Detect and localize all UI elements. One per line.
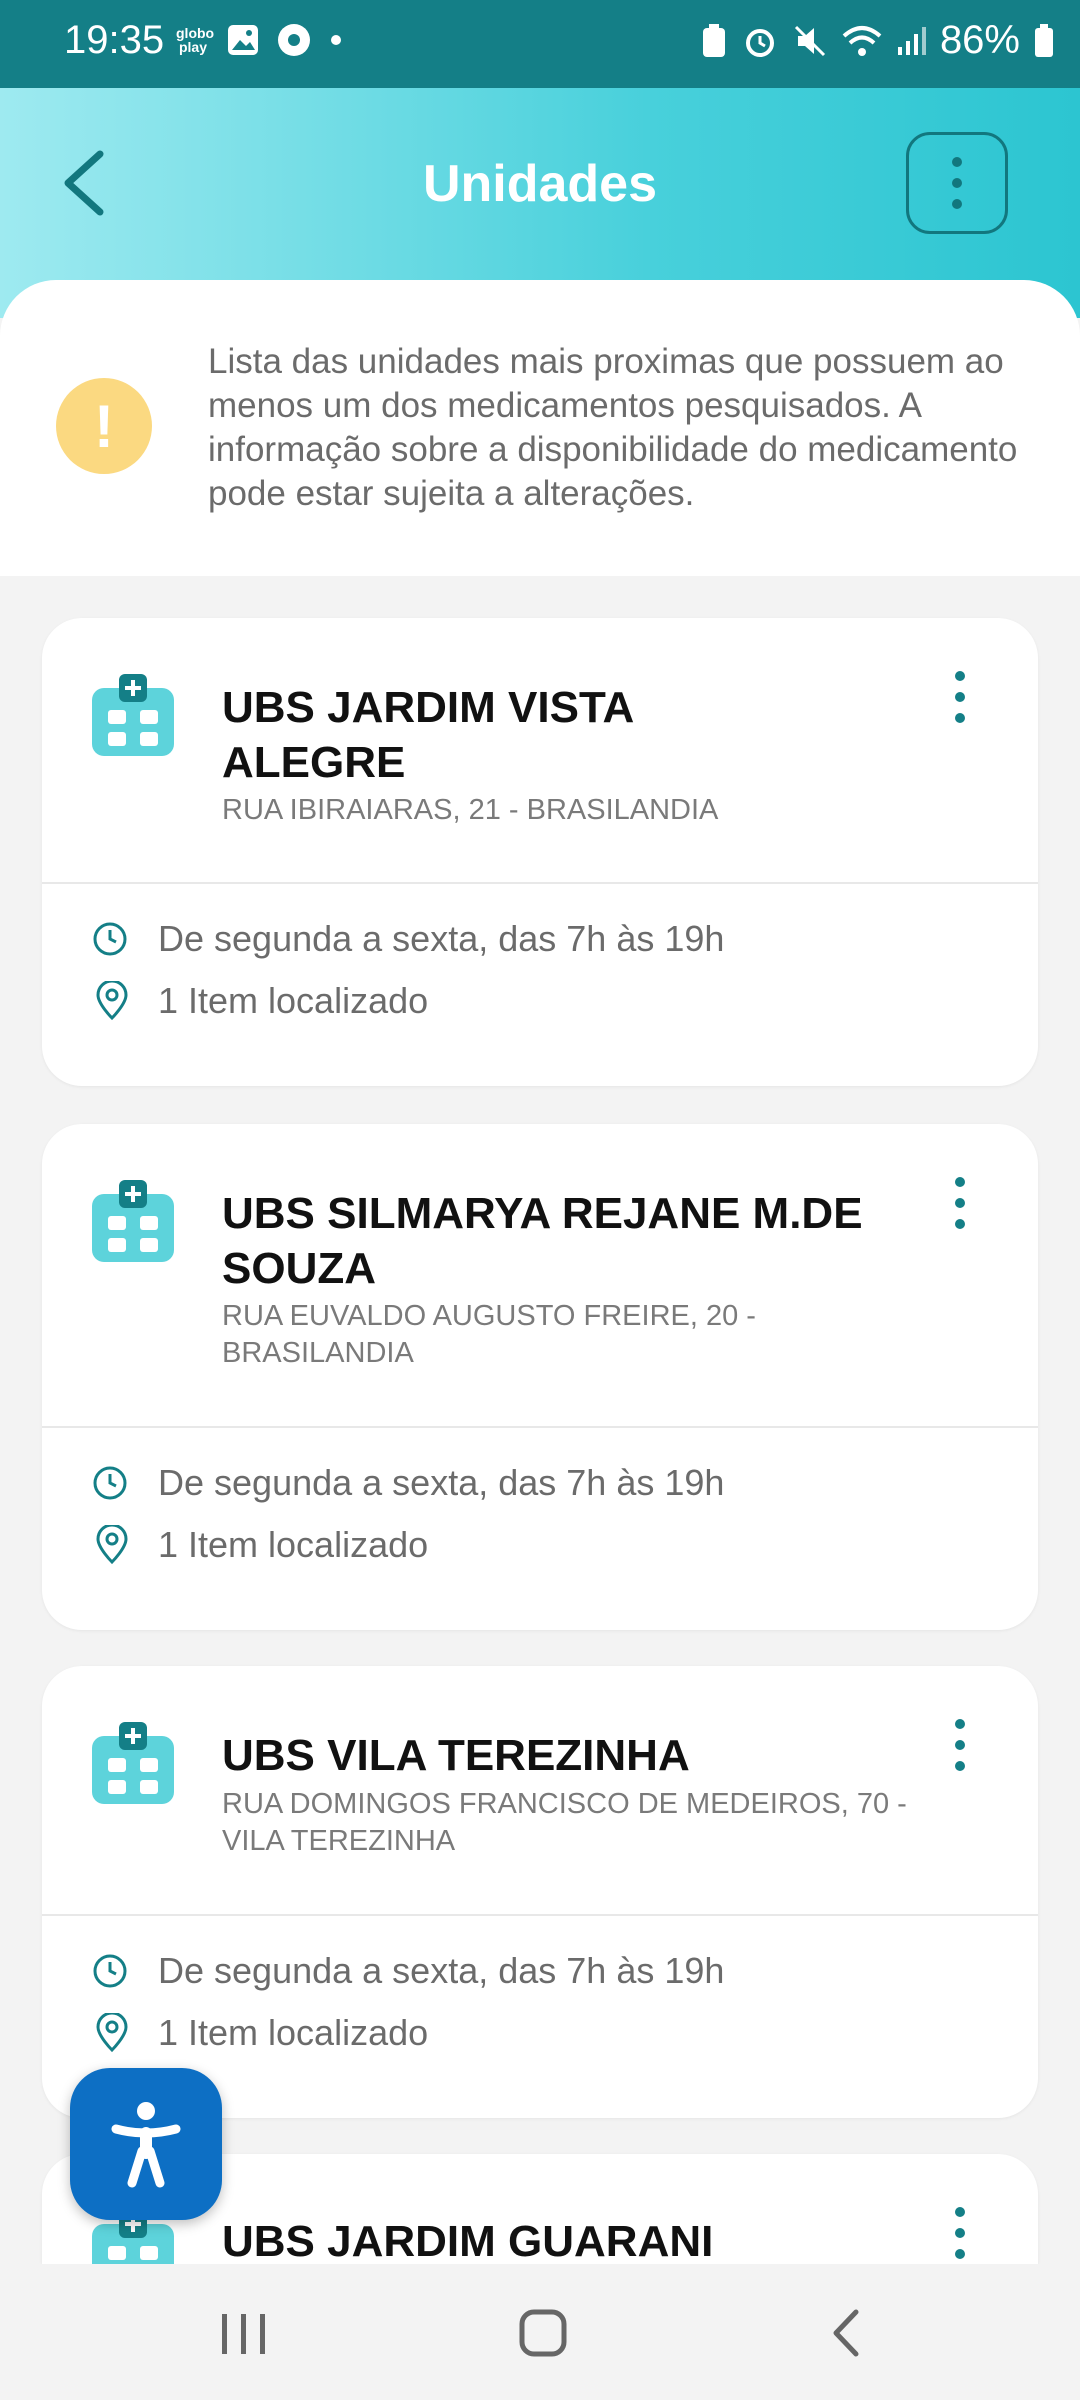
mute-icon — [794, 25, 825, 56]
accessibility-icon — [111, 2102, 181, 2188]
kebab-icon[interactable] — [954, 670, 966, 724]
status-bar: 19:35 globo play 86% — [0, 0, 1080, 88]
items-row: 1 Item localizado — [92, 980, 428, 1022]
hospital-icon — [92, 1180, 174, 1262]
kebab-icon[interactable] — [954, 2206, 966, 2260]
items-text: 1 Item localizado — [158, 1524, 429, 1565]
clock-icon — [93, 922, 127, 956]
more-options-button[interactable] — [906, 132, 1008, 234]
hours-text: De segunda a sexta, das 7h às 19h — [158, 1950, 725, 1991]
hours-text: De segunda a sexta, das 7h às 19h — [158, 918, 725, 959]
signal-icon — [897, 26, 926, 55]
gallery-icon — [228, 25, 258, 55]
unit-name: UBS VILA TEREZINHA — [222, 1731, 690, 1780]
info-notice: ! Lista das unidades mais proximas que p… — [0, 280, 1080, 576]
hospital-icon — [92, 1722, 174, 1804]
unit-address: RUA IBIRAIARAS, 21 - BRASILANDIA — [222, 794, 719, 826]
divider — [42, 1426, 1038, 1428]
battery-percent: 86% — [939, 18, 1020, 62]
divider — [42, 1914, 1038, 1916]
unit-card[interactable]: UBS SILMARYA REJANE M.DE SOUZA RUA EUVAL… — [42, 1124, 1038, 1630]
unit-name: UBS JARDIM GUARANI — [222, 2217, 714, 2264]
items-text: 1 Item localizado — [158, 980, 429, 1021]
unit-card[interactable]: UBS VILA TEREZINHA RUA DOMINGOS FRANCISC… — [42, 1666, 1038, 2118]
items-text: 1 Item localizado — [158, 2012, 429, 2053]
location-pin-icon — [96, 2013, 128, 2053]
hours-row: De segunda a sexta, das 7h às 19h — [92, 1462, 724, 1504]
kebab-icon[interactable] — [954, 1718, 966, 1772]
status-time: 19:35 — [64, 18, 165, 62]
hospital-icon — [92, 674, 174, 756]
dot-icon — [331, 35, 341, 45]
home-icon[interactable] — [518, 2308, 568, 2358]
location-pin-icon — [96, 1525, 128, 1565]
warning-icon: ! — [56, 378, 152, 474]
unit-address: RUA DOMINGOS FRANCISCO DE MEDEIROS, 70 -… — [222, 1788, 907, 1857]
chrome-icon — [278, 24, 310, 56]
hours-text: De segunda a sexta, das 7h às 19h — [158, 1462, 725, 1503]
clock-icon — [93, 1954, 127, 1988]
unit-address: RUA EUVALDO AUGUSTO FREIRE, 20 - BRASILA… — [222, 1300, 756, 1369]
alarm-icon — [745, 28, 774, 57]
recent-apps-icon[interactable] — [218, 2312, 270, 2356]
hours-row: De segunda a sexta, das 7h às 19h — [92, 918, 724, 960]
battery-icon — [1035, 23, 1053, 57]
system-nav-bar — [0, 2264, 1080, 2400]
back-icon[interactable] — [828, 2308, 864, 2358]
globoplay-icon: globo play — [176, 25, 215, 55]
wifi-icon — [842, 25, 882, 56]
divider — [42, 882, 1038, 884]
notice-text: Lista das unidades mais proximas que pos… — [208, 342, 1018, 513]
hours-row: De segunda a sexta, das 7h às 19h — [92, 1950, 724, 1992]
unit-name: UBS JARDIM VISTA ALEGRE — [222, 683, 633, 787]
battery-saver-icon — [702, 23, 725, 57]
location-pin-icon — [96, 981, 128, 1021]
items-row: 1 Item localizado — [92, 1524, 428, 1566]
unit-name: UBS SILMARYA REJANE M.DE SOUZA — [222, 1189, 863, 1293]
accessibility-button[interactable] — [70, 2068, 222, 2220]
items-row: 1 Item localizado — [92, 2012, 428, 2054]
clock-icon — [93, 1466, 127, 1500]
unit-card[interactable]: UBS JARDIM VISTA ALEGRE RUA IBIRAIARAS, … — [42, 618, 1038, 1086]
kebab-icon — [952, 157, 962, 209]
kebab-icon[interactable] — [954, 1176, 966, 1230]
